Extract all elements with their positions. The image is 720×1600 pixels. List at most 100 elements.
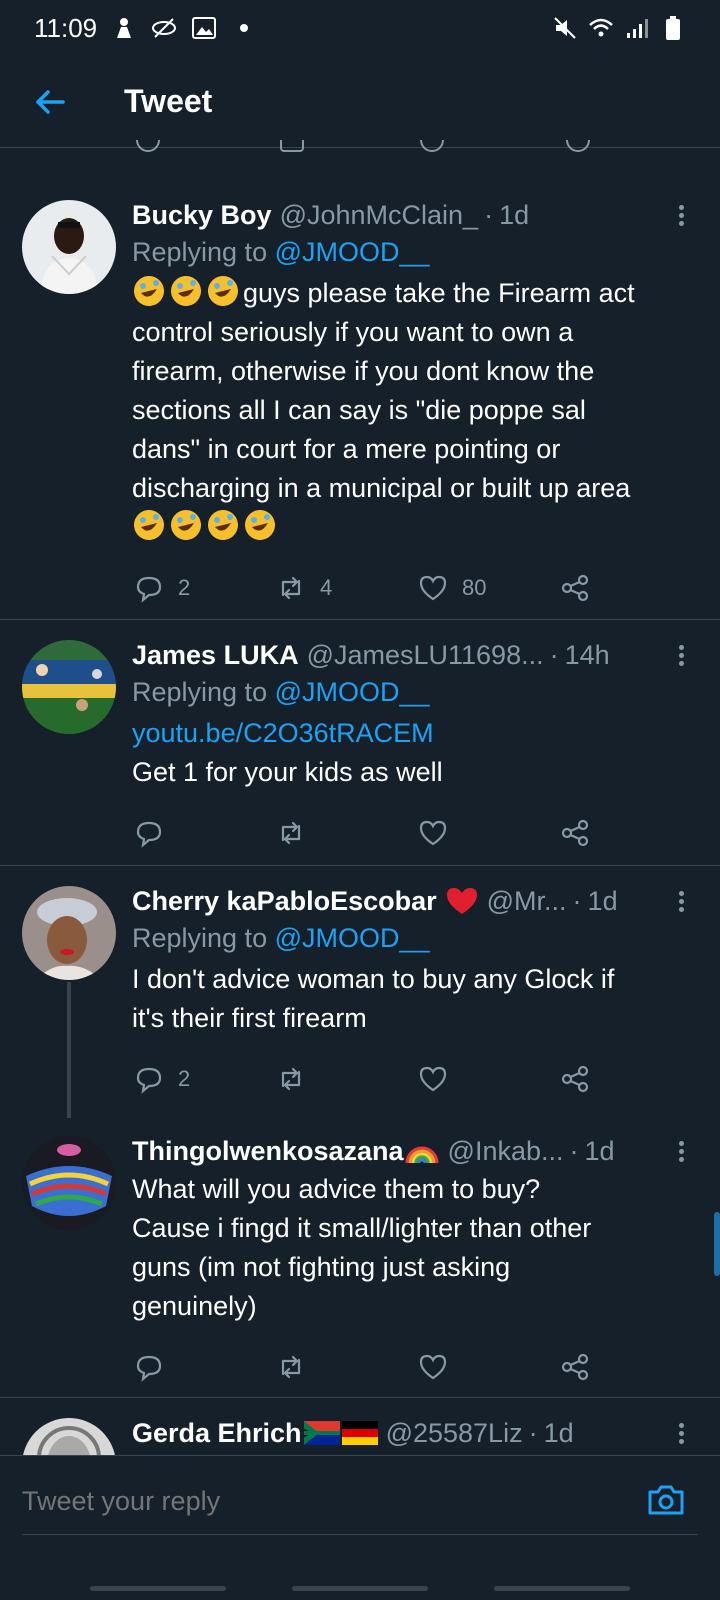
- text-line: Cause i fingd it small/lighter than othe…: [132, 1213, 592, 1243]
- retweet-icon: [281, 576, 301, 600]
- reply-button[interactable]: 2: [134, 1064, 276, 1094]
- share-button[interactable]: [560, 818, 590, 848]
- display-name[interactable]: Bucky Boy: [132, 198, 272, 232]
- like-button[interactable]: 80: [418, 573, 560, 603]
- retweet-button[interactable]: [276, 1352, 418, 1382]
- tweet[interactable]: James LUKA @JamesLU11698... · 14h Replyi…: [0, 620, 720, 866]
- rofl-emoji-icon: [245, 510, 275, 540]
- text-line: I don't advice woman to buy any Glock if: [132, 964, 615, 994]
- rainbow-emoji-icon: [405, 1146, 439, 1164]
- retweet-count: 4: [320, 575, 333, 600]
- rofl-emoji-icon: [134, 510, 164, 540]
- separator-dot: ·: [528, 1418, 538, 1448]
- separator-dot: ·: [569, 1136, 579, 1166]
- retweet-button[interactable]: [276, 1064, 418, 1094]
- south-africa-flag-icon: [303, 1421, 340, 1445]
- retweet-icon[interactable]: [280, 140, 304, 152]
- nav-back-pill[interactable]: [90, 1586, 226, 1591]
- retweet-icon: [281, 1355, 301, 1379]
- reply-button[interactable]: [134, 818, 276, 848]
- tweet-time: 1d: [543, 1418, 574, 1448]
- user-handle[interactable]: @JamesLU11698...: [307, 638, 544, 672]
- replying-to: Replying to @JMOOD__: [132, 232, 698, 272]
- replying-to-label: Replying to: [132, 923, 268, 953]
- separator-dot: ·: [572, 886, 582, 916]
- reply-composer: [0, 1455, 720, 1600]
- share-button[interactable]: [560, 1064, 590, 1094]
- status-time: 11:09: [34, 12, 98, 43]
- share-button[interactable]: [560, 573, 590, 603]
- reply-icon: [136, 821, 162, 848]
- text-line: What will you advice them to buy?: [132, 1174, 541, 1204]
- tweet[interactable]: Thingolwenkosazana @Inkab... · 1d What w…: [0, 1116, 720, 1398]
- like-button[interactable]: [418, 1064, 560, 1094]
- avatar[interactable]: [22, 200, 116, 294]
- user-handle[interactable]: @Inkab...: [448, 1134, 564, 1168]
- display-name[interactable]: Gerda Ehrich: [132, 1416, 302, 1450]
- share-icon[interactable]: [566, 140, 590, 152]
- display-name[interactable]: James LUKA: [132, 638, 299, 672]
- display-name[interactable]: Cherry kaPabloEscobar: [132, 884, 437, 918]
- notification-icon: [111, 15, 137, 41]
- mention-link[interactable]: @JMOOD__: [275, 677, 430, 707]
- tweet-text: I don't advice woman to buy any Glock if…: [132, 958, 698, 1038]
- like-button[interactable]: [418, 818, 560, 848]
- retweet-button[interactable]: [276, 818, 418, 848]
- reply-input[interactable]: [22, 1476, 622, 1526]
- mention-link[interactable]: @JMOOD__: [275, 923, 430, 953]
- tweet[interactable]: Cherry kaPabloEscobar @Mr... · 1d Replyi…: [0, 866, 720, 1118]
- user-handle[interactable]: @JohnMcClain_: [280, 198, 479, 232]
- more-options-icon[interactable]: [676, 1138, 686, 1168]
- rofl-emoji-icon: [208, 276, 238, 306]
- like-count: 80: [462, 575, 487, 600]
- share-button[interactable]: [560, 1352, 590, 1382]
- text-line: sections all I can say is "die poppe sal: [132, 395, 586, 425]
- retweet-button[interactable]: 4: [276, 573, 418, 603]
- battery-icon: [660, 15, 686, 41]
- reply-icon: [136, 1067, 162, 1094]
- back-button[interactable]: [0, 56, 100, 148]
- reply-button[interactable]: 2: [134, 573, 276, 603]
- avatar[interactable]: [22, 886, 116, 980]
- reply-count: 2: [178, 1066, 191, 1091]
- tweet-actions: [134, 1326, 698, 1408]
- more-options-icon[interactable]: [676, 888, 686, 918]
- nav-recents-pill[interactable]: [494, 1586, 630, 1591]
- visibility-off-icon: [151, 15, 177, 41]
- avatar[interactable]: [22, 1136, 116, 1230]
- user-handle[interactable]: @Mr...: [487, 884, 567, 918]
- signal-icon: [624, 15, 650, 41]
- more-options-icon[interactable]: [676, 642, 686, 672]
- mention-link[interactable]: @JMOOD__: [275, 237, 430, 267]
- user-handle[interactable]: @25587Liz: [386, 1416, 523, 1450]
- heart-icon: [419, 820, 447, 846]
- like-icon[interactable]: [420, 140, 444, 152]
- reply-button[interactable]: [134, 1352, 276, 1382]
- rofl-emoji-icon: [171, 510, 201, 540]
- reply-icon[interactable]: [136, 140, 160, 152]
- avatar[interactable]: [22, 640, 116, 734]
- replying-to: Replying to @JMOOD__: [132, 672, 698, 712]
- display-name[interactable]: Thingolwenkosazana: [132, 1134, 404, 1168]
- tweet-link[interactable]: youtu.be/C2O36tRACEM: [132, 714, 698, 753]
- like-button[interactable]: [418, 1352, 560, 1382]
- tweet[interactable]: Bucky Boy @JohnMcClain_ · 1d Replying to…: [0, 180, 720, 620]
- scrollbar[interactable]: [714, 1212, 720, 1276]
- more-options-icon[interactable]: [676, 202, 686, 232]
- share-icon: [561, 1065, 589, 1093]
- page-title: Tweet: [124, 83, 213, 119]
- more-options-icon[interactable]: [676, 1420, 686, 1450]
- red-heart-emoji-icon: [446, 888, 477, 914]
- text-line: it's their first firearm: [132, 1003, 367, 1033]
- camera-button[interactable]: [646, 1480, 686, 1520]
- text-line: dans" in court for a mere pointing or: [132, 434, 561, 464]
- tweet-text: guys please take the Firearm act control…: [132, 272, 698, 547]
- nav-home-pill[interactable]: [292, 1586, 428, 1591]
- separator-dot: ·: [549, 640, 559, 670]
- status-bar: 11:09: [0, 0, 720, 56]
- text-line: firearm, otherwise if you dont know the: [132, 356, 595, 386]
- image-icon: [191, 15, 217, 41]
- arrow-left-icon: [36, 89, 65, 114]
- heart-icon: [419, 575, 447, 601]
- text-line: guns (im not fighting just asking: [132, 1252, 511, 1282]
